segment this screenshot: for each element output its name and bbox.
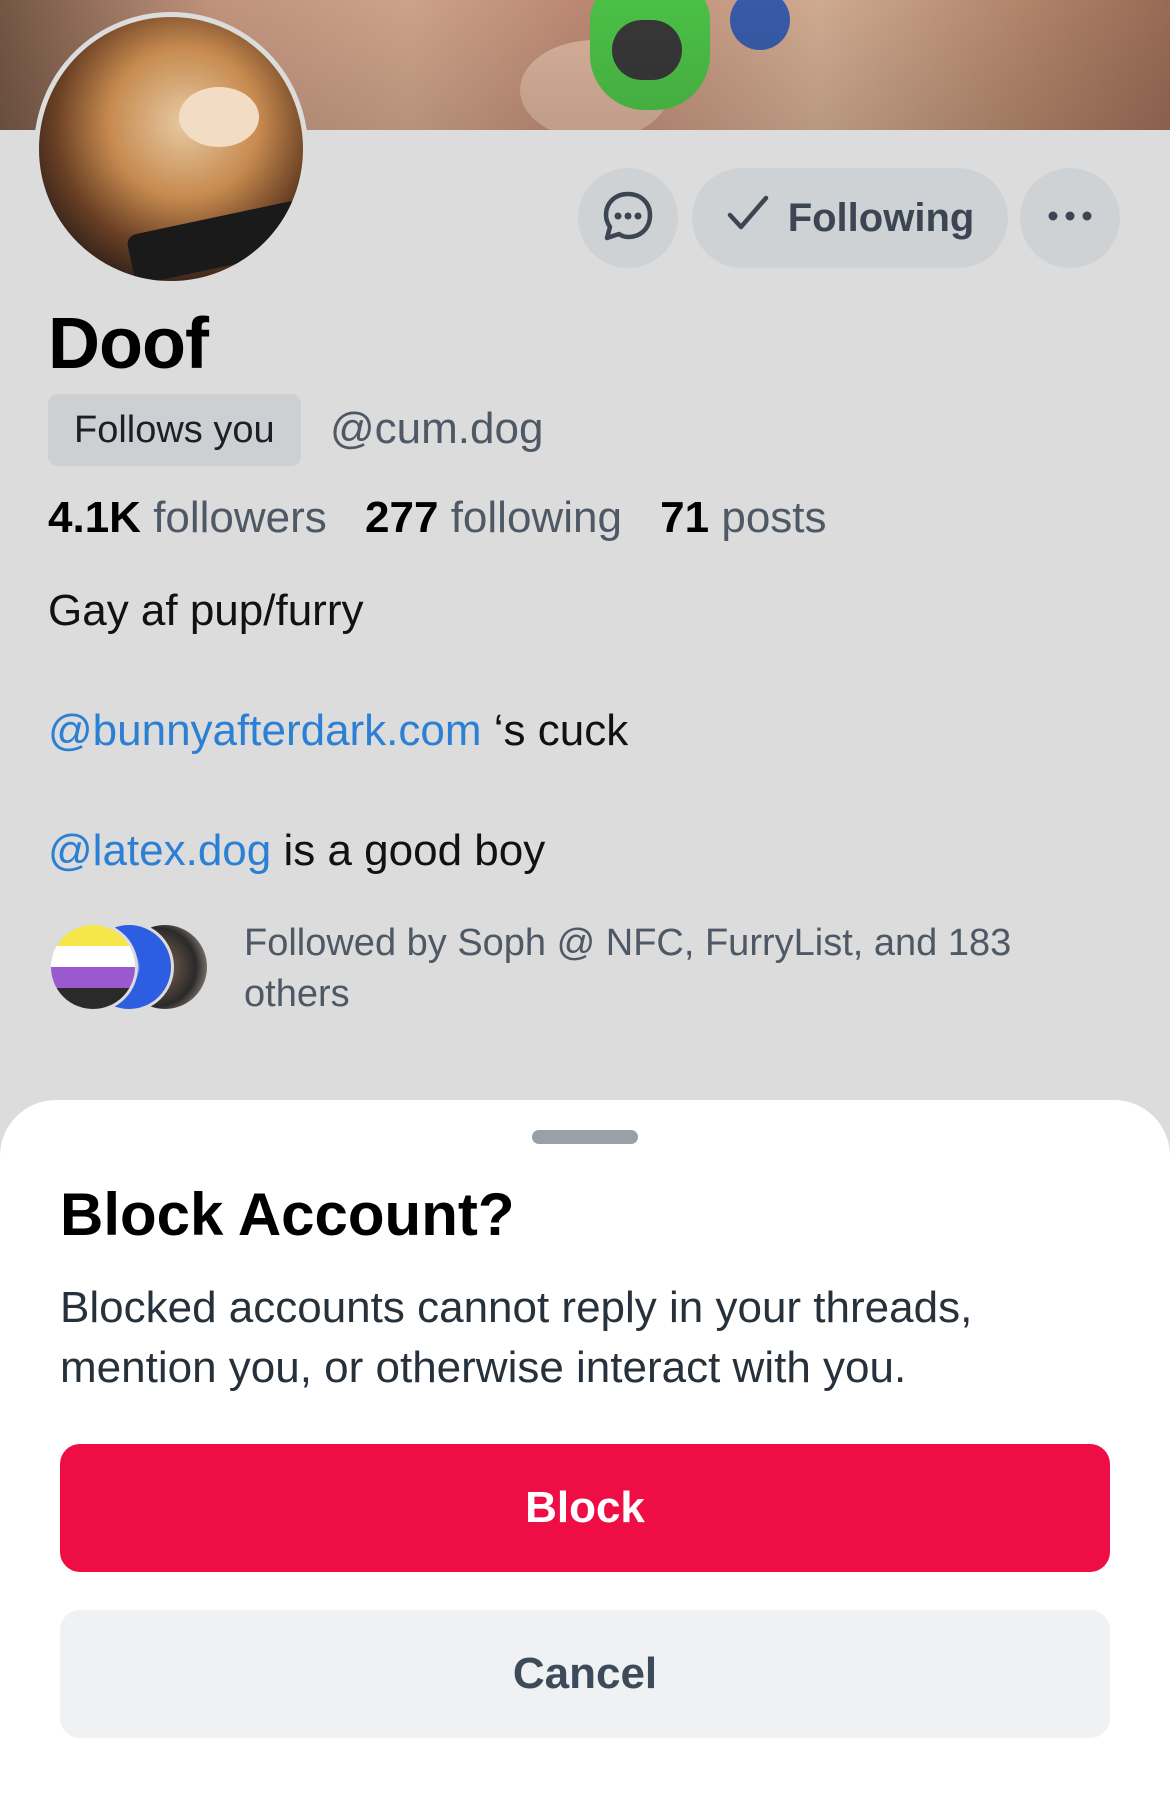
following-button[interactable]: Following: [692, 168, 1008, 268]
bio-line: @latex.dog is a good boy: [48, 826, 546, 875]
posts-stat: 71 posts: [660, 493, 827, 542]
ellipsis-icon: [1047, 209, 1093, 227]
block-account-sheet: Block Account? Blocked accounts cannot r…: [0, 1100, 1170, 1799]
block-button[interactable]: Block: [60, 1444, 1110, 1572]
profile-avatar[interactable]: [34, 12, 308, 286]
bio-mention-link[interactable]: @latex.dog: [48, 826, 271, 875]
following-button-label: Following: [787, 195, 975, 240]
bio-line: Gay af pup/furry: [48, 586, 364, 635]
profile-display-name: Doof: [48, 304, 209, 384]
bio-mention-link[interactable]: @bunnyafterdark.com: [48, 706, 482, 755]
chat-bubble-icon: [601, 189, 655, 248]
bio-line: @bunnyafterdark.com ‘s cuck: [48, 706, 629, 755]
sheet-drag-handle[interactable]: [532, 1130, 638, 1144]
checkmark-icon: [726, 193, 770, 243]
sheet-message: Blocked accounts cannot reply in your th…: [60, 1283, 973, 1392]
more-options-button[interactable]: [1020, 168, 1120, 268]
sheet-title: Block Account?: [60, 1181, 515, 1248]
avatar: [48, 922, 138, 1012]
profile-handle: @cum.dog: [330, 404, 544, 453]
message-button[interactable]: [578, 168, 678, 268]
followed-by-text[interactable]: Followed by Soph @ NFC, FurryList, and 1…: [244, 918, 1104, 1020]
cancel-button[interactable]: Cancel: [60, 1610, 1110, 1738]
follows-you-badge: Follows you: [48, 394, 301, 466]
followers-stat[interactable]: 4.1K followers: [48, 493, 327, 542]
following-stat[interactable]: 277 following: [365, 493, 622, 542]
followed-by-avatars[interactable]: [48, 922, 218, 1014]
profile-stats: 4.1K followers 277 following 71 posts: [48, 493, 827, 543]
